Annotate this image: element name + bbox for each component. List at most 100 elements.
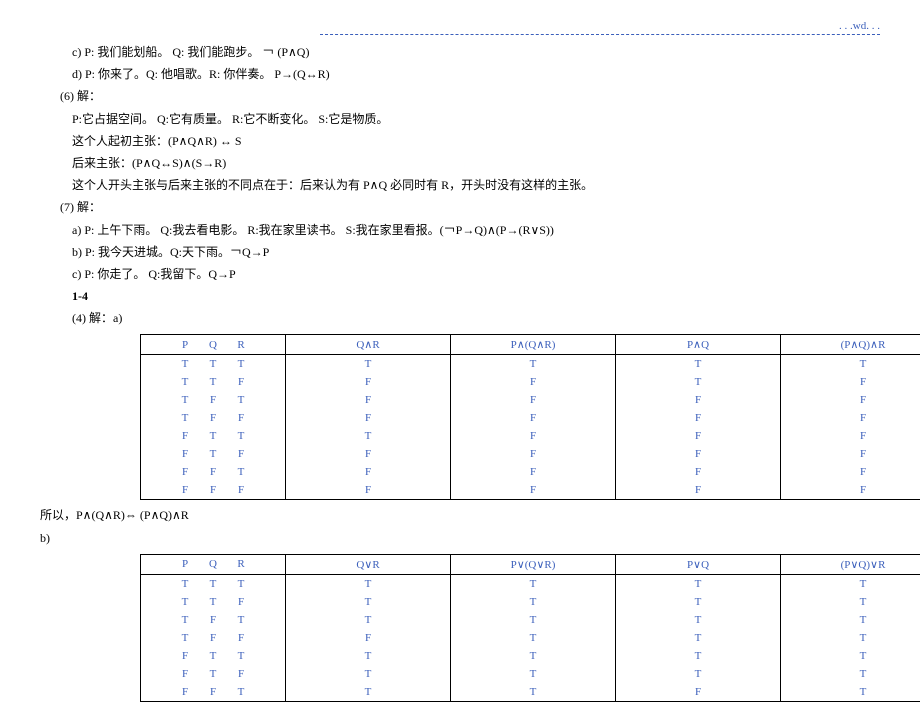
col-r: R	[227, 558, 255, 570]
table-cell: T	[451, 665, 616, 683]
text-line: 后来主张：(P∧Q↔S)∧(S→R)	[72, 154, 880, 173]
cell-value: F	[171, 650, 199, 662]
table-cell: F	[781, 427, 920, 445]
text-line: c) P: 我们能划船。 Q: 我们能跑步。 ￢ (P∧Q)	[72, 43, 880, 62]
table-cell: T	[286, 427, 451, 445]
cell-value: F	[227, 484, 255, 496]
col-q: Q	[199, 558, 227, 570]
text-line: 这个人开头主张与后来主张的不同点在于：后来认为有 P∧Q 必同时有 R，开头时没…	[72, 176, 880, 195]
table-cell: F	[616, 409, 781, 427]
cell-value: T	[199, 448, 227, 460]
table-cell: F	[616, 481, 781, 500]
table-row: TTTTTTT	[141, 355, 920, 374]
cell-value: T	[199, 376, 227, 388]
table-cell: T	[616, 373, 781, 391]
cell-value: T	[227, 686, 255, 698]
text-line: b)	[40, 529, 880, 548]
table-cell: FTT	[141, 427, 286, 445]
table-cell: F	[286, 409, 451, 427]
table-cell: T	[451, 647, 616, 665]
table-cell: T	[616, 647, 781, 665]
cell-value: T	[171, 632, 199, 644]
table-cell: F	[451, 481, 616, 500]
table-cell: T	[616, 574, 781, 593]
table-cell: T	[451, 629, 616, 647]
cell-value: T	[227, 358, 255, 370]
table-cell: T	[286, 355, 451, 374]
cell-value: F	[227, 448, 255, 460]
table-row: FTFFFFF	[141, 445, 920, 463]
table-cell: F	[781, 481, 920, 500]
table-cell: T	[286, 611, 451, 629]
cell-value: T	[227, 394, 255, 406]
text-line: 这个人起初主张：(P∧Q∧R) ↔ S	[72, 132, 880, 151]
table-row: TFFFFFF	[141, 409, 920, 427]
cell-value: T	[171, 394, 199, 406]
table-cell: FFF	[141, 481, 286, 500]
cell-value: T	[199, 358, 227, 370]
table-cell: F	[616, 683, 781, 702]
table-cell: F	[781, 409, 920, 427]
cell-value: T	[171, 578, 199, 590]
table-cell: F	[781, 445, 920, 463]
table-cell: TFF	[141, 409, 286, 427]
table-cell: F	[286, 391, 451, 409]
col-r: R	[227, 339, 255, 351]
cell-value: F	[199, 614, 227, 626]
cell-value: T	[227, 650, 255, 662]
table-cell: F	[286, 463, 451, 481]
table-cell: F	[451, 427, 616, 445]
table-header: T PQR	[141, 335, 286, 355]
cell-value: T	[227, 430, 255, 442]
table-cell: F	[616, 391, 781, 409]
cell-value: T	[199, 596, 227, 608]
cell-value: T	[171, 614, 199, 626]
table-row: FTTTTTT	[141, 647, 920, 665]
col-p: P	[171, 558, 199, 570]
table-cell: T	[781, 665, 920, 683]
cell-value: F	[171, 448, 199, 460]
truth-table-b: PQR Q∨R P∨(Q∨R) P∨Q (P∨Q)∨R TTTTTTTTTFTT…	[140, 554, 920, 702]
table-cell: F	[616, 445, 781, 463]
table-row: FTFTTTT	[141, 665, 920, 683]
table-row: FTTTFFF	[141, 427, 920, 445]
table-row: TFTTTTT	[141, 611, 920, 629]
cell-value: F	[171, 484, 199, 496]
cell-value: F	[199, 394, 227, 406]
text-line: (7) 解：	[60, 198, 880, 217]
table-cell: T	[781, 683, 920, 702]
table-cell: T	[616, 665, 781, 683]
table-cell: TFT	[141, 391, 286, 409]
text-line: b) P: 我今天进城。Q:天下雨。￢Q→P	[72, 243, 880, 262]
table-cell: F	[451, 391, 616, 409]
table-cell: T	[781, 574, 920, 593]
table-cell: TTT	[141, 574, 286, 593]
table-cell: T	[781, 593, 920, 611]
cell-value: F	[199, 484, 227, 496]
table-row: TFTFFFF	[141, 391, 920, 409]
text-line: a) P: 上午下雨。 Q:我去看电影。 R:我在家里读书。 S:我在家里看报。…	[72, 221, 880, 240]
truth-table-a: T PQR Q∧R P∧(Q∧R) P∧Q (P∧Q)∧R TTTTTTTTTF…	[140, 334, 920, 500]
table-cell: T	[781, 611, 920, 629]
table-header: P∨Q	[616, 554, 781, 574]
table-cell: F	[286, 445, 451, 463]
cell-value: T	[171, 376, 199, 388]
table-cell: FFT	[141, 463, 286, 481]
table-cell: T	[781, 355, 920, 374]
table-cell: T	[286, 593, 451, 611]
table-cell: FFT	[141, 683, 286, 702]
cell-value: T	[199, 578, 227, 590]
cell-value: F	[171, 686, 199, 698]
table-cell: T	[616, 593, 781, 611]
cell-value: T	[227, 614, 255, 626]
cell-value: F	[199, 632, 227, 644]
table-header: P∧Q	[616, 335, 781, 355]
cell-value: F	[227, 668, 255, 680]
table-row: TTFTTTT	[141, 593, 920, 611]
col-q: Q	[199, 339, 227, 351]
page-header-watermark: . . .wd. . .	[320, 20, 880, 35]
cell-value: F	[199, 686, 227, 698]
cell-value: T	[227, 578, 255, 590]
table-row: FFFFFFF	[141, 481, 920, 500]
table-header: PQR	[141, 554, 286, 574]
